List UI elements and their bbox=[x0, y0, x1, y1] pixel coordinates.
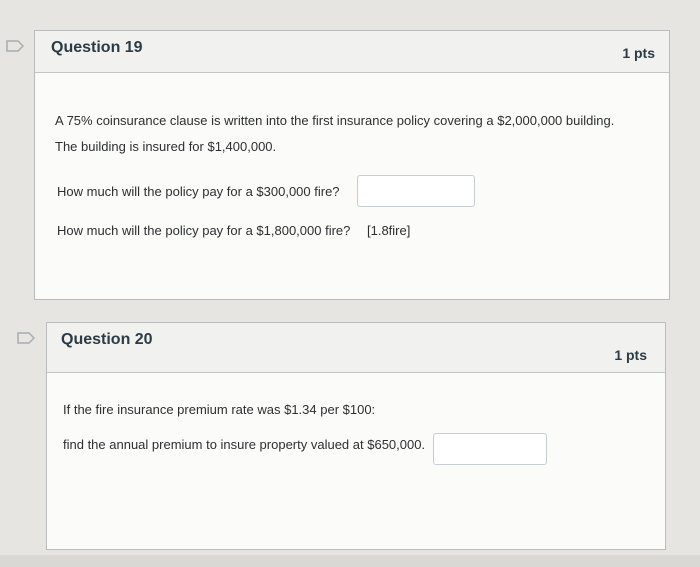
question-20-card: Question 20 1 pts If the fire insurance … bbox=[46, 322, 666, 550]
question-19-points: 1 pts bbox=[622, 45, 655, 61]
question-20-header: Question 20 1 pts bbox=[47, 323, 665, 373]
question-19-text-line1: A 75% coinsurance clause is written into… bbox=[55, 113, 615, 128]
question-19-prompt2: How much will the policy pay for a $1,80… bbox=[57, 223, 351, 238]
question-19-answer2-dropdown[interactable]: [1.8fire] bbox=[367, 223, 410, 238]
question-20-answer-input[interactable] bbox=[433, 433, 547, 465]
question-19-card: Question 19 1 pts A 75% coinsurance clau… bbox=[34, 30, 670, 300]
question-20-prompt2: find the annual premium to insure proper… bbox=[63, 437, 426, 452]
question-20-points: 1 pts bbox=[614, 347, 647, 363]
question-19-title: Question 19 bbox=[51, 39, 143, 56]
bookmark-flag-icon[interactable] bbox=[17, 332, 35, 344]
question-20-title: Question 20 bbox=[61, 331, 153, 348]
question-19-answer1-input[interactable] bbox=[357, 175, 475, 207]
page-bottom-edge bbox=[0, 555, 700, 567]
question-19-text-line2: The building is insured for $1,400,000. bbox=[55, 139, 277, 154]
question-19-header: Question 19 1 pts bbox=[35, 31, 669, 73]
bookmark-flag-icon[interactable] bbox=[6, 40, 24, 52]
question-20-prompt1: If the fire insurance premium rate was $… bbox=[63, 402, 376, 417]
question-19-prompt1: How much will the policy pay for a $300,… bbox=[57, 184, 340, 199]
